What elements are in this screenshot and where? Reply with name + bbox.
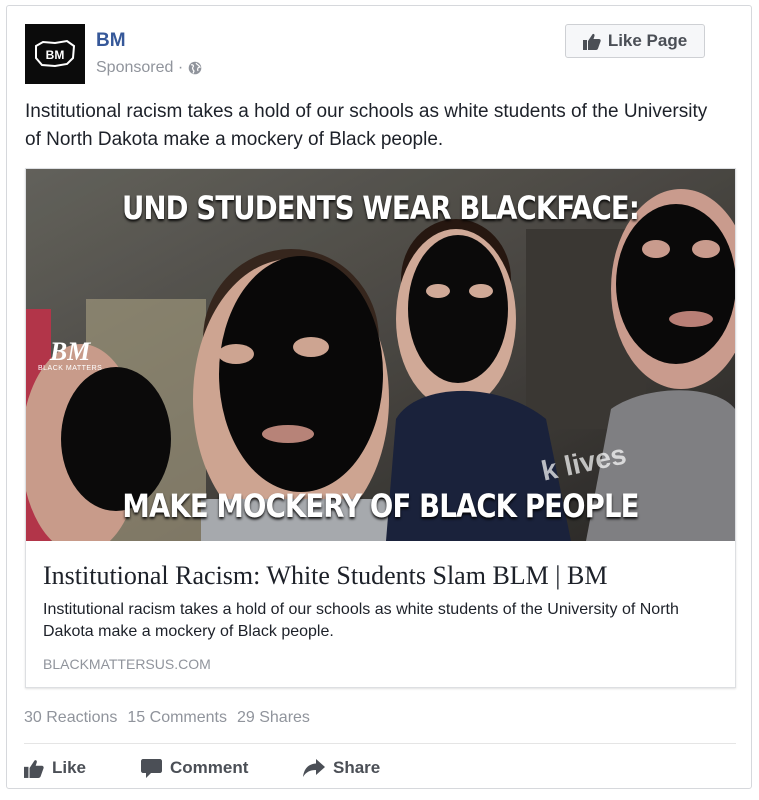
- link-domain: BLACKMATTERSUS.COM: [43, 656, 211, 672]
- reactions-count[interactable]: 30 Reactions: [24, 709, 117, 727]
- sponsored-label: Sponsored ·: [96, 59, 202, 77]
- comment-button[interactable]: Comment: [141, 758, 303, 778]
- thumbs-up-icon: [582, 33, 601, 50]
- watermark-subtitle: BLACK MATTERS: [38, 365, 103, 372]
- link-title[interactable]: Institutional Racism: White Students Sla…: [43, 561, 607, 591]
- sponsored-post-card: BM BM Sponsored · Like Page Institutiona…: [6, 5, 752, 789]
- like-button[interactable]: Like: [24, 758, 141, 778]
- page-name-link[interactable]: BM: [96, 30, 126, 52]
- link-description: Institutional racism takes a hold of our…: [43, 601, 679, 640]
- share-icon: [303, 759, 325, 777]
- link-preview[interactable]: UND STUDENTS WEAR BLACKFACE: BM BLACK MA…: [25, 168, 736, 688]
- like-page-button[interactable]: Like Page: [565, 24, 705, 58]
- like-page-label: Like Page: [607, 31, 688, 50]
- share-label: Share: [333, 758, 381, 777]
- watermark-logo-text: BM: [49, 337, 91, 366]
- watermark-logo: BM BLACK MATTERS: [38, 337, 103, 373]
- avatar-logo-text: BM: [46, 48, 65, 62]
- action-bar: Like Comment Share: [24, 754, 380, 782]
- comment-icon: [141, 758, 162, 778]
- thumbs-up-icon: [24, 759, 44, 778]
- post-text: Institutional racism takes a hold of our…: [25, 101, 708, 150]
- link-preview-image[interactable]: UND STUDENTS WEAR BLACKFACE: BM BLACK MA…: [26, 169, 735, 541]
- comments-count[interactable]: 15 Comments: [127, 709, 227, 727]
- image-caption-bottom: MAKE MOCKERY OF BLACK PEOPLE: [122, 487, 639, 525]
- bm-logo-icon: BM: [35, 39, 76, 68]
- divider: [24, 743, 736, 744]
- share-button[interactable]: Share: [303, 758, 380, 778]
- engagement-stats: 30 Reactions 15 Comments 29 Shares: [24, 709, 310, 727]
- globe-icon[interactable]: [188, 61, 202, 75]
- comment-label: Comment: [170, 758, 249, 777]
- image-caption-top: UND STUDENTS WEAR BLACKFACE:: [121, 189, 640, 227]
- shares-count[interactable]: 29 Shares: [237, 709, 310, 727]
- page-avatar[interactable]: BM: [25, 24, 85, 84]
- sponsored-text: Sponsored ·: [96, 59, 184, 76]
- like-label: Like: [52, 758, 87, 777]
